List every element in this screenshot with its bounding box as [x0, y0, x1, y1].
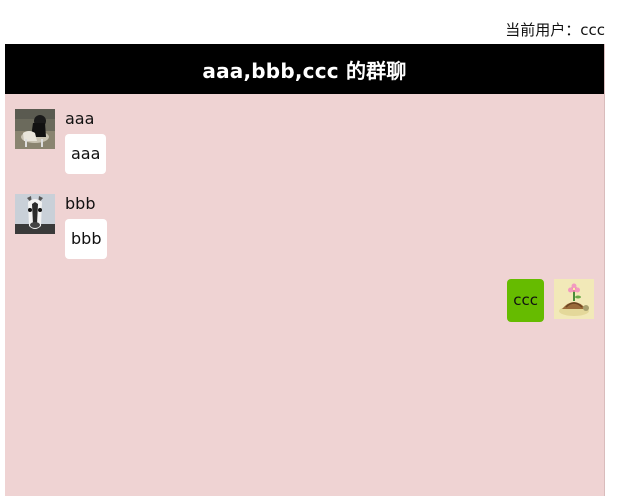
horse-rider-photo-icon — [15, 109, 55, 149]
message-item-self: ccc — [494, 279, 594, 322]
page: 当前用户：ccc aaa,bbb,ccc 的群聊 aaa aaa bbb bbb… — [0, 0, 623, 496]
message-bubble[interactable]: ccc — [507, 279, 544, 322]
avatar-aaa[interactable] — [15, 109, 55, 149]
cartoon-turtle-flower-icon — [554, 279, 594, 319]
sender-name: bbb — [65, 194, 96, 213]
message-bubble[interactable]: bbb — [65, 219, 108, 259]
chat-window: aaa,bbb,ccc 的群聊 aaa aaa bbb bbb ccc — [5, 44, 605, 496]
chat-title: aaa,bbb,ccc 的群聊 — [5, 44, 604, 94]
avatar-bbb[interactable] — [15, 194, 55, 234]
white-horse-photo-icon — [15, 194, 55, 234]
sender-name: aaa — [65, 109, 95, 128]
current-user-label: 当前用户：ccc — [505, 21, 605, 39]
message-bubble[interactable]: aaa — [65, 134, 107, 174]
avatar-ccc[interactable] — [554, 279, 594, 319]
